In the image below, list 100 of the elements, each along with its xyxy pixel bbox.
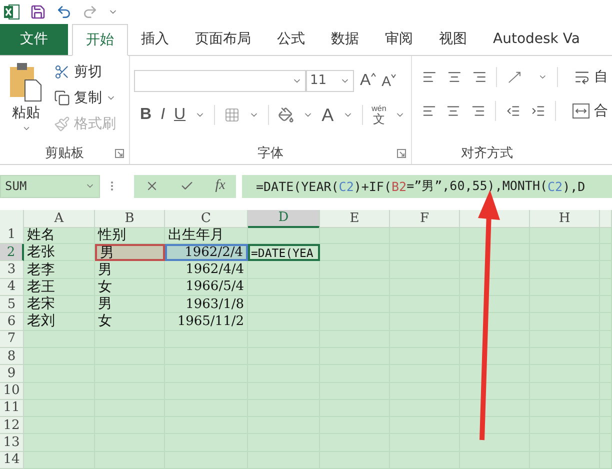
phonetic-button[interactable]: wén 文 (372, 104, 386, 125)
row-header[interactable]: 7 (0, 330, 24, 348)
ribbon-tab[interactable]: Autodesk Va (480, 24, 593, 55)
ribbon-tab[interactable]: 公式 (264, 24, 318, 55)
redo-icon[interactable] (82, 4, 98, 20)
table-cell: 老王 (24, 278, 95, 296)
table-cell (24, 434, 95, 452)
group-label: 字体 (258, 144, 284, 163)
table-cell: 出生年月 (165, 226, 248, 244)
table-cell: 老宋 (24, 296, 95, 314)
row-header[interactable]: 11 (0, 400, 24, 418)
table-cell (460, 330, 530, 348)
table-cell: 1962/2/4 (165, 244, 248, 262)
insert-function-button[interactable]: fx (215, 178, 226, 194)
underline-button[interactable]: U (174, 106, 186, 123)
column-header[interactable]: E (320, 210, 390, 228)
table-cell (460, 382, 530, 400)
ribbon-tab[interactable]: 页面布局 (182, 24, 264, 55)
table-cell (460, 278, 530, 296)
column-header[interactable]: B (95, 210, 165, 228)
row-header[interactable]: 8 (0, 348, 24, 366)
row-header[interactable]: 5 (0, 296, 24, 314)
column-header[interactable]: C (165, 210, 248, 228)
table-cell (460, 261, 530, 279)
table-cell (460, 400, 530, 418)
row-header[interactable]: 2 (0, 244, 24, 262)
table-cell (460, 296, 530, 314)
table-cell (320, 226, 390, 244)
dialog-launcher-icon[interactable] (115, 148, 124, 158)
borders-icon[interactable] (224, 106, 240, 123)
table-cell: 1965/11/2 (165, 313, 248, 331)
cell-editor[interactable]: =DATE(YEA (248, 244, 320, 262)
column-header[interactable]: H (530, 210, 600, 228)
row-header[interactable]: 14 (0, 452, 24, 469)
table-cell (24, 452, 95, 469)
dialog-launcher-icon[interactable] (397, 148, 406, 158)
shrink-font-button[interactable]: A (382, 74, 396, 88)
ribbon-tab[interactable]: 数据 (318, 24, 372, 55)
row-header[interactable]: 4 (0, 278, 24, 296)
font-name-field[interactable] (134, 70, 306, 92)
row-header[interactable]: 12 (0, 417, 24, 434)
table-cell (460, 313, 530, 331)
formula-field[interactable]: =DATE(YEAR(C2)+IF(B2=”男”,60,55),MONTH(C2),D (242, 174, 612, 198)
font-color-button[interactable]: A (322, 106, 334, 124)
table-cell: 老张 (24, 244, 95, 262)
table-cell (24, 365, 95, 383)
name-box[interactable]: SUM (0, 174, 100, 198)
row-header[interactable]: 6 (0, 313, 24, 331)
table-cell (460, 365, 530, 383)
table-cell: 1966/5/4 (165, 278, 248, 296)
column-header[interactable]: D (248, 210, 320, 228)
scissors-icon (54, 64, 70, 80)
table-cell: 女 (95, 278, 165, 296)
table-cell (248, 261, 320, 279)
italic-button[interactable]: I (160, 106, 166, 123)
ribbon-tab[interactable]: 插入 (128, 24, 182, 55)
table-cell: 老李 (24, 261, 95, 279)
undo-icon[interactable] (56, 4, 72, 20)
table-cell (460, 434, 530, 452)
paste-button[interactable]: 粘贴 (4, 62, 48, 142)
table-cell (460, 244, 530, 262)
group-label: 对齐方式 (461, 144, 514, 163)
row-header[interactable]: 1 (0, 226, 24, 244)
save-icon[interactable] (30, 4, 46, 20)
column-header[interactable]: A (24, 210, 95, 228)
table-cell: 老刘 (24, 313, 95, 331)
table-cell (248, 226, 320, 244)
row-header[interactable]: 10 (0, 382, 24, 400)
paintbrush-icon (54, 116, 70, 132)
table-cell (460, 417, 530, 434)
ribbon-tab[interactable]: 文件 (0, 24, 68, 55)
bold-button[interactable]: B (140, 106, 152, 123)
table-cell: 男 (95, 244, 165, 262)
table-cell (530, 226, 600, 244)
font-size-field[interactable]: 11 (306, 70, 354, 92)
ribbon-tab[interactable]: 视图 (426, 24, 480, 55)
row-header[interactable]: 9 (0, 365, 24, 383)
app-logo-icon (4, 4, 20, 20)
copy-icon (54, 90, 70, 106)
merge-button[interactable]: 合 (572, 100, 608, 122)
column-header[interactable]: F (390, 210, 460, 228)
up-caret-icon (370, 72, 376, 77)
down-caret-icon (391, 74, 396, 78)
clipboard-icon (9, 62, 43, 102)
table-cell (24, 330, 95, 348)
fill-color-icon[interactable] (278, 106, 294, 123)
table-cell: 男 (95, 261, 165, 279)
wrap-text-button[interactable]: 自 (574, 66, 608, 88)
ribbon-tab[interactable]: 审阅 (372, 24, 426, 55)
row-header[interactable]: 13 (0, 434, 24, 452)
group-label: 剪贴板 (45, 144, 84, 163)
table-cell: 1963/1/8 (165, 296, 248, 314)
table-cell (24, 348, 95, 366)
copy-button[interactable]: 复制 (54, 88, 116, 109)
ribbon-tab[interactable]: 开始 (72, 24, 128, 56)
row-header[interactable]: 3 (0, 261, 24, 279)
table-cell: 1962/4/4 (165, 261, 248, 279)
grow-font-button[interactable]: A (360, 72, 376, 89)
cut-button[interactable]: 剪切 (54, 62, 116, 83)
table-cell: 性别 (95, 226, 165, 244)
